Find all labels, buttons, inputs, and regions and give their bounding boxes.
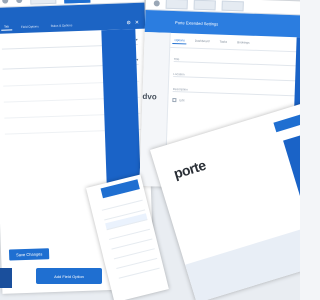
topbar-tab[interactable] xyxy=(221,0,244,11)
promo-collage: Tab Field Options Rules & Options ⚙ ✕ ▾ … xyxy=(0,0,300,300)
tab-tasks[interactable]: Tasks xyxy=(217,39,229,46)
topbar-tab[interactable] xyxy=(193,0,216,10)
tab-general[interactable]: Tab xyxy=(1,23,13,31)
tab-options[interactable]: Options xyxy=(172,36,187,45)
header-badge xyxy=(273,113,300,133)
menu-icon[interactable] xyxy=(153,0,160,6)
checkbox-icon[interactable] xyxy=(172,97,177,103)
chevron-down-icon[interactable]: ▾ xyxy=(136,57,138,62)
topbar-tab[interactable] xyxy=(30,0,57,5)
location-field[interactable]: Location xyxy=(173,68,298,82)
corner-block xyxy=(0,268,12,288)
tab-field-options[interactable]: Field Options xyxy=(18,23,42,30)
background-shape xyxy=(185,226,300,300)
topbar-tab[interactable] xyxy=(165,0,188,9)
settings-icon[interactable] xyxy=(16,0,23,3)
gear-icon[interactable]: ⚙ xyxy=(126,20,131,26)
edit-checkbox[interactable]: Edit xyxy=(172,97,296,106)
description-field[interactable]: Description xyxy=(172,82,297,97)
settings-title: Porte Extended Settings xyxy=(175,19,219,27)
tab-dashboard[interactable]: Dashboard xyxy=(193,38,212,46)
close-icon[interactable]: ✕ xyxy=(135,20,139,26)
checkbox-label: Edit xyxy=(179,98,185,103)
brand-text: dvo xyxy=(142,91,157,102)
title-field[interactable]: Title xyxy=(173,53,298,67)
settings-form: Title Location Description Edit xyxy=(172,53,298,112)
save-changes-button[interactable]: Save Changes xyxy=(8,247,50,261)
tab-bookings[interactable]: Bookings xyxy=(235,39,252,47)
add-field-option-button[interactable]: Add Field Option xyxy=(36,268,102,284)
header-icons: ⚙ ✕ xyxy=(126,20,139,26)
chevron-down-icon[interactable]: ▾ xyxy=(136,37,138,42)
topbar-tab-active[interactable] xyxy=(64,0,91,3)
brand-logo: porte xyxy=(171,156,208,182)
tab-rules[interactable]: Rules & Options xyxy=(48,22,76,29)
menu-icon[interactable] xyxy=(2,0,9,4)
